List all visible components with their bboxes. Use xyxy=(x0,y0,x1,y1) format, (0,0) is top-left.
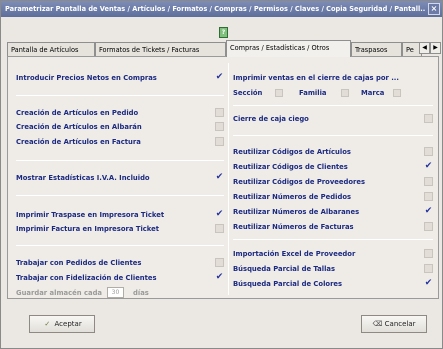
factura-ticket-option[interactable]: Imprimir Factura en Impresora Ticket xyxy=(16,223,224,235)
sub-0-label: Sección xyxy=(233,89,263,97)
tab-scroll-right-icon[interactable]: ▶ xyxy=(430,42,441,54)
estadisticas-iva-option[interactable]: Mostrar Estadísticas I.V.A. Incluido ✔ xyxy=(16,172,224,184)
reutil-num-facturas-checkbox[interactable] xyxy=(424,222,433,231)
fidelizacion-clientes-checkbox[interactable]: ✔ xyxy=(215,273,224,282)
importacion-excel-option[interactable]: Importación Excel de Proveedor xyxy=(233,248,433,260)
tab-scroll-left-icon[interactable]: ◀ xyxy=(419,42,430,54)
importacion-excel-checkbox[interactable] xyxy=(424,249,433,258)
separator xyxy=(16,95,224,96)
reutil-cod-clientes-label: Reutilizar Códigos de Clientes xyxy=(233,163,348,171)
sub-2-checkbox[interactable] xyxy=(393,89,401,97)
reutil-cod-clientes-checkbox[interactable]: ✔ xyxy=(424,162,433,171)
imprimir-cierre-label: Imprimir ventas en el cierre de cajas po… xyxy=(233,74,399,82)
pedidos-clientes-checkbox[interactable] xyxy=(215,258,224,267)
reutil-num-facturas-option[interactable]: Reutilizar Números de Facturas xyxy=(233,221,433,233)
pedidos-clientes-option[interactable]: Trabajar con Pedidos de Clientes xyxy=(16,257,224,269)
precios-netos-checkbox[interactable]: ✔ xyxy=(215,73,224,82)
reutil-num-pedidos-option[interactable]: Reutilizar Números de Pedidos xyxy=(233,191,433,203)
cancel-icon: ⌫ xyxy=(372,320,383,328)
separator xyxy=(16,160,224,161)
window-title: Parametrizar Pantalla de Ventas / Artícu… xyxy=(5,5,425,13)
tab-compras[interactable]: Compras / Estadísticas / Otros xyxy=(226,40,351,57)
close-button[interactable]: × xyxy=(428,3,440,15)
reutil-cod-articulos-option[interactable]: Reutilizar Códigos de Artículos xyxy=(233,146,433,158)
cierre-ciego-label: Cierre de caja ciego xyxy=(233,115,309,123)
busqueda-colores-checkbox[interactable]: ✔ xyxy=(424,279,433,288)
reutil-num-albaranes-label: Reutilizar Números de Albaranes xyxy=(233,208,360,216)
precios-netos-label: Introducir Precios Netos en Compras xyxy=(16,74,157,82)
accept-label: Aceptar xyxy=(54,320,82,328)
settings-window: Parametrizar Pantalla de Ventas / Artícu… xyxy=(0,0,443,349)
estadisticas-iva-label: Mostrar Estadísticas I.V.A. Incluido xyxy=(16,174,150,182)
separator xyxy=(233,239,433,240)
reutil-cod-clientes-option[interactable]: Reutilizar Códigos de Clientes ✔ xyxy=(233,161,433,173)
sub-1-label: Familia xyxy=(299,89,327,97)
crear-art-pedido-option[interactable]: Creación de Artículos en Pedido xyxy=(16,107,224,119)
factura-ticket-label: Imprimir Factura en Impresora Ticket xyxy=(16,225,160,233)
separator xyxy=(16,245,224,246)
estadisticas-iva-checkbox[interactable]: ✔ xyxy=(215,173,224,182)
tab-traspasos[interactable]: Traspasos xyxy=(351,42,402,57)
busqueda-tallas-label: Búsqueda Parcial de Tallas xyxy=(233,265,336,273)
crear-art-albaran-checkbox[interactable] xyxy=(215,122,224,131)
reutil-cod-articulos-checkbox[interactable] xyxy=(424,147,433,156)
busqueda-colores-option[interactable]: Búsqueda Parcial de Colores ✔ xyxy=(233,278,433,290)
crear-art-factura-checkbox[interactable] xyxy=(215,137,224,146)
cierre-ciego-checkbox[interactable] xyxy=(424,114,433,123)
tab-formatos[interactable]: Formatos de Tickets / Facturas xyxy=(95,42,226,57)
reutil-num-pedidos-label: Reutilizar Números de Pedidos xyxy=(233,193,352,201)
guardar-label: Guardar almacén cada xyxy=(16,289,103,297)
reutil-cod-proveedores-checkbox[interactable] xyxy=(424,177,433,186)
precios-netos-option[interactable]: Introducir Precios Netos en Compras ✔ xyxy=(16,72,224,84)
tab-strip: Pantalla de Artículos Formatos de Ticket… xyxy=(7,40,441,57)
cancel-button[interactable]: ⌫ Cancelar xyxy=(361,315,427,333)
separator xyxy=(16,195,224,196)
importacion-excel-label: Importación Excel de Proveedor xyxy=(233,250,356,258)
sub-2-label: Marca xyxy=(361,89,385,97)
tab-pantalla-articulos[interactable]: Pantalla de Artículos xyxy=(7,42,95,57)
guardar-unit: días xyxy=(133,289,149,297)
imprimir-cierre-option: Imprimir ventas en el cierre de cajas po… xyxy=(233,72,433,84)
reutil-num-pedidos-checkbox[interactable] xyxy=(424,192,433,201)
options-panel: Introducir Precios Netos en Compras ✔ Crea… xyxy=(7,56,439,299)
help-icon[interactable]: ? xyxy=(219,27,228,38)
pedidos-clientes-label: Trabajar con Pedidos de Clientes xyxy=(16,259,142,267)
busqueda-tallas-checkbox[interactable] xyxy=(424,264,433,273)
fidelizacion-clientes-label: Trabajar con Fidelización de Clientes xyxy=(16,274,157,282)
separator xyxy=(233,105,433,106)
sub-0-checkbox[interactable] xyxy=(275,89,283,97)
busqueda-tallas-option[interactable]: Búsqueda Parcial de Tallas xyxy=(233,263,433,275)
sub-1-checkbox[interactable] xyxy=(341,89,349,97)
guardar-days-input[interactable]: 30 xyxy=(107,287,124,298)
reutil-cod-proveedores-option[interactable]: Reutilizar Códigos de Proveedores xyxy=(233,176,433,188)
reutil-num-facturas-label: Reutilizar Números de Facturas xyxy=(233,223,354,231)
cancel-label: Cancelar xyxy=(384,320,416,328)
title-bar: Parametrizar Pantalla de Ventas / Artícu… xyxy=(1,1,442,17)
cierre-ciego-option[interactable]: Cierre de caja ciego xyxy=(233,113,433,125)
separator xyxy=(233,135,433,136)
accept-button[interactable]: ✓ Aceptar xyxy=(29,315,95,333)
crear-art-pedido-label: Creación de Artículos en Pedido xyxy=(16,109,139,117)
reutil-cod-proveedores-label: Reutilizar Códigos de Proveedores xyxy=(233,178,366,186)
crear-art-factura-label: Creación de Artículos en Factura xyxy=(16,138,141,146)
reutil-num-albaranes-checkbox[interactable]: ✔ xyxy=(424,207,433,216)
traspase-ticket-checkbox[interactable]: ✔ xyxy=(215,210,224,219)
crear-art-albaran-label: Creación de Artículos en Albarán xyxy=(16,123,142,131)
cierre-sub-options: Sección Familia Marca xyxy=(233,87,433,99)
column-divider xyxy=(228,63,229,295)
crear-art-pedido-checkbox[interactable] xyxy=(215,108,224,117)
fidelizacion-clientes-option[interactable]: Trabajar con Fidelización de Clientes ✔ xyxy=(16,272,224,284)
crear-art-albaran-option[interactable]: Creación de Artículos en Albarán xyxy=(16,121,224,133)
guardar-almacen-row: Guardar almacén cada 30 días xyxy=(16,287,224,299)
reutil-cod-articulos-label: Reutilizar Códigos de Artículos xyxy=(233,148,351,156)
factura-ticket-checkbox[interactable] xyxy=(215,224,224,233)
busqueda-colores-label: Búsqueda Parcial de Colores xyxy=(233,280,343,288)
reutil-num-albaranes-option[interactable]: Reutilizar Números de Albaranes ✔ xyxy=(233,206,433,218)
traspase-ticket-option[interactable]: Imprimir Traspase en Impresora Ticket ✔ xyxy=(16,209,224,221)
crear-art-factura-option[interactable]: Creación de Artículos en Factura xyxy=(16,136,224,148)
traspase-ticket-label: Imprimir Traspase en Impresora Ticket xyxy=(16,211,165,219)
check-icon: ✓ xyxy=(44,320,51,328)
